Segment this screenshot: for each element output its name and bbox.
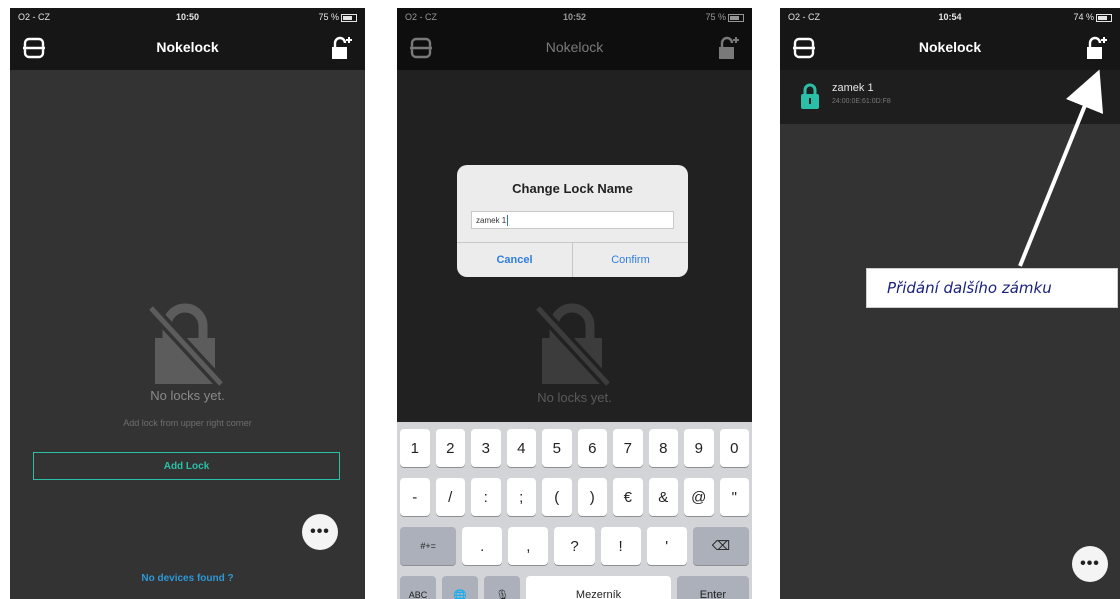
dialog-title: Change Lock Name	[512, 181, 633, 196]
status-battery: 74 %	[1073, 12, 1112, 22]
battery-icon	[1096, 13, 1112, 22]
key[interactable]: !	[600, 527, 641, 565]
empty-subtitle: Add lock from upper right corner	[123, 418, 252, 428]
cancel-button[interactable]: Cancel	[457, 243, 573, 277]
nav-title: Nokelock	[918, 39, 982, 55]
more-symbols-key[interactable]: #+=	[400, 527, 457, 565]
dialog-actions: Cancel Confirm	[457, 242, 688, 277]
status-time: 10:50	[175, 12, 200, 22]
empty-title: No locks yet.	[150, 388, 225, 403]
status-bar: O2 - CZ 10:54 74 %	[780, 8, 1120, 26]
key[interactable]: )	[577, 478, 607, 516]
annotation-label: Přidání dalšího zámku	[866, 268, 1118, 308]
no-devices-link[interactable]: No devices found ?	[10, 573, 365, 584]
backspace-icon[interactable]: ⌫	[692, 527, 749, 565]
key[interactable]: 0	[719, 429, 749, 467]
key[interactable]: :	[471, 478, 501, 516]
key[interactable]: 8	[648, 429, 678, 467]
more-button[interactable]: •••	[302, 514, 338, 550]
screen-empty-state: O2 - CZ 10:50 75 % Nokelock No locks yet…	[10, 8, 365, 599]
nav-bar: Nokelock	[780, 26, 1120, 70]
text-caret	[507, 215, 509, 227]
key[interactable]: -	[400, 478, 430, 516]
confirm-button[interactable]: Confirm	[573, 243, 688, 277]
key[interactable]: 1	[400, 429, 430, 467]
status-bar: O2 - CZ 10:50 75 %	[10, 8, 365, 26]
key[interactable]: /	[435, 478, 465, 516]
status-battery: 75 %	[318, 12, 357, 22]
key[interactable]: 7	[613, 429, 643, 467]
collage: O2 - CZ 10:50 75 % Nokelock No locks yet…	[0, 0, 1120, 599]
globe-icon[interactable]: 🌐	[442, 576, 479, 599]
no-lock-icon	[145, 298, 226, 393]
key[interactable]: '	[646, 527, 687, 565]
microphone-icon[interactable]: 🎙	[484, 576, 521, 599]
key[interactable]: ;	[506, 478, 536, 516]
key[interactable]: @	[684, 478, 714, 516]
add-lock-button[interactable]: Add Lock	[33, 452, 340, 480]
lock-mac: 24:00:0E:61:0D:F8	[832, 98, 891, 105]
key[interactable]: 5	[542, 429, 572, 467]
change-lock-name-dialog: Change Lock Name zamek 1 Cancel Confirm	[457, 165, 688, 277]
key[interactable]: .	[462, 527, 503, 565]
keyboard-row-punct: #+= . , ? ! ' ⌫	[400, 527, 749, 565]
space-key[interactable]: Mezerník	[526, 576, 671, 599]
add-lock-icon[interactable]	[327, 34, 355, 62]
nav-bar: Nokelock	[10, 26, 365, 70]
screen-rename-dialog: O2 - CZ 10:52 75 % Nokelock No locks yet…	[397, 8, 752, 599]
add-lock-icon[interactable]	[1082, 34, 1110, 62]
abc-key[interactable]: ABC	[400, 576, 437, 599]
key[interactable]: 3	[471, 429, 501, 467]
key[interactable]: (	[542, 478, 572, 516]
lock-list-item[interactable]: zamek 1 24:00:0E:61:0D:F8	[780, 70, 1120, 124]
key[interactable]: 9	[684, 429, 714, 467]
more-button[interactable]: •••	[1072, 546, 1108, 582]
key[interactable]: "	[719, 478, 749, 516]
lock-icon	[800, 82, 820, 115]
keyboard: 1 2 3 4 5 6 7 8 9 0 - / : ; ( ) € & @ " …	[397, 422, 752, 599]
key[interactable]: 4	[506, 429, 536, 467]
nav-title: Nokelock	[156, 39, 219, 55]
status-time: 10:54	[938, 12, 962, 22]
key[interactable]: &	[648, 478, 678, 516]
enter-key[interactable]: Enter	[676, 576, 749, 599]
battery-icon	[341, 13, 357, 22]
key[interactable]: 2	[435, 429, 465, 467]
keyboard-row-numbers: 1 2 3 4 5 6 7 8 9 0	[400, 429, 749, 467]
key[interactable]: ,	[508, 527, 549, 565]
keyboard-row-symbols: - / : ; ( ) € & @ "	[400, 478, 749, 516]
lock-name: zamek 1	[832, 82, 874, 94]
key[interactable]: ?	[554, 527, 595, 565]
keyboard-row-bottom: ABC 🌐 🎙 Mezerník Enter	[400, 576, 749, 599]
lock-name-input[interactable]: zamek 1	[471, 211, 674, 229]
key[interactable]: €	[613, 478, 643, 516]
key[interactable]: 6	[577, 429, 607, 467]
